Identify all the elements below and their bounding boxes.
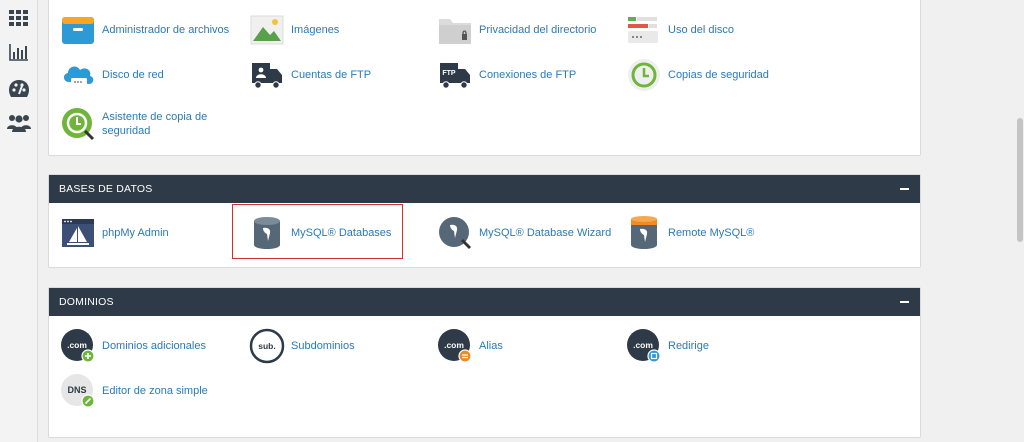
images-label: Imágenes — [291, 24, 340, 36]
redirects-icon: .com — [626, 328, 662, 364]
databases-header: BASES DE DATOS — [49, 175, 920, 203]
vertical-scrollbar[interactable] — [1016, 0, 1024, 442]
file-manager-link[interactable]: Administrador de archivos — [60, 12, 229, 48]
ftp-connections-label: Conexiones de FTP — [479, 69, 577, 81]
subdomains-label: Subdominios — [291, 340, 355, 352]
phpmyadmin-label: phpMy Admin — [102, 227, 169, 239]
ftp-accounts-link[interactable]: Cuentas de FTP — [249, 57, 371, 93]
domains-panel: DOMINIOS .com Dominios adicionales sub. … — [48, 287, 921, 438]
palette-icon[interactable] — [7, 77, 31, 101]
addon-domains-label: Dominios adicionales — [102, 340, 206, 352]
svg-text:FTP: FTP — [442, 70, 456, 77]
backup-icon — [626, 57, 662, 93]
aliases-icon: .com — [437, 328, 473, 364]
mysql-databases-icon — [249, 215, 285, 251]
svg-text:.com: .com — [633, 340, 653, 350]
left-sidebar — [0, 0, 38, 442]
svg-text:DNS: DNS — [67, 385, 86, 395]
mysql-wizard-label: MySQL® Database Wizard — [479, 227, 612, 239]
zone-editor-label: Editor de zona simple — [102, 385, 208, 397]
bar-chart-icon[interactable] — [7, 40, 31, 64]
scrollbar-thumb[interactable] — [1017, 118, 1023, 242]
images-link[interactable]: Imágenes — [249, 12, 339, 48]
domains-header: DOMINIOS — [49, 288, 920, 316]
redirects-label: Redirige — [668, 340, 709, 352]
mysql-wizard-link[interactable]: MySQL® Database Wizard — [437, 215, 611, 251]
addon-domains-icon: .com — [60, 328, 96, 364]
grid-icon[interactable] — [7, 6, 31, 30]
databases-panel: BASES DE DATOS phpMy Admin MySQL® Databa… — [48, 174, 921, 268]
remote-mysql-link[interactable]: Remote MySQL® — [626, 215, 754, 251]
zone-editor-icon: DNS — [60, 373, 96, 409]
redirects-link[interactable]: .com Redirige — [626, 328, 709, 364]
phpmyadmin-link[interactable]: phpMy Admin — [60, 215, 169, 251]
mysql-databases-link[interactable]: MySQL® Databases — [249, 215, 391, 251]
remote-mysql-label: Remote MySQL® — [668, 227, 755, 239]
remote-mysql-icon — [626, 215, 662, 251]
mysql-databases-label: MySQL® Databases — [291, 227, 392, 239]
backup-wizard-label: Asistente de copia de seguridad — [102, 111, 208, 137]
zone-editor-link[interactable]: DNS Editor de zona simple — [60, 373, 208, 409]
images-icon — [249, 12, 285, 48]
file-manager-icon — [60, 12, 96, 48]
addon-domains-link[interactable]: .com Dominios adicionales — [60, 328, 206, 364]
subdomains-icon: sub. — [249, 328, 285, 364]
backup-wizard-link[interactable]: Asistente de copia de seguridad — [60, 106, 222, 142]
backup-link[interactable]: Copias de seguridad — [626, 57, 769, 93]
databases-title: BASES DE DATOS — [59, 183, 153, 195]
users-icon[interactable] — [7, 111, 31, 135]
aliases-label: Alias — [479, 340, 503, 352]
ftp-accounts-icon — [249, 57, 285, 93]
subdomains-link[interactable]: sub. Subdominios — [249, 328, 355, 364]
mysql-wizard-icon — [437, 215, 473, 251]
databases-collapse-button[interactable] — [898, 183, 910, 195]
domains-title: DOMINIOS — [59, 296, 114, 308]
network-disk-icon — [60, 57, 96, 93]
ftp-connections-link[interactable]: FTP Conexiones de FTP — [437, 57, 576, 93]
files-panel: Administrador de archivos Imágenes Priva… — [48, 0, 921, 156]
disk-usage-label: Uso del disco — [668, 24, 735, 36]
svg-text:.com: .com — [67, 340, 87, 350]
domains-collapse-button[interactable] — [898, 296, 910, 308]
disk-usage-link[interactable]: Uso del disco — [626, 12, 734, 48]
directory-privacy-icon — [437, 12, 473, 48]
disk-usage-icon — [626, 12, 662, 48]
backup-wizard-icon — [60, 106, 96, 142]
aliases-link[interactable]: .com Alias — [437, 328, 503, 364]
phpmyadmin-icon — [60, 215, 96, 251]
file-manager-label: Administrador de archivos — [102, 24, 230, 36]
ftp-accounts-label: Cuentas de FTP — [291, 69, 372, 81]
ftp-connections-icon: FTP — [437, 57, 473, 93]
network-disk-link[interactable]: Disco de red — [60, 57, 164, 93]
directory-privacy-label: Privacidad del directorio — [479, 24, 597, 36]
svg-text:.com: .com — [444, 340, 464, 350]
backup-label: Copias de seguridad — [668, 69, 769, 81]
directory-privacy-link[interactable]: Privacidad del directorio — [437, 12, 596, 48]
network-disk-label: Disco de red — [102, 69, 164, 81]
svg-text:sub.: sub. — [258, 341, 275, 351]
